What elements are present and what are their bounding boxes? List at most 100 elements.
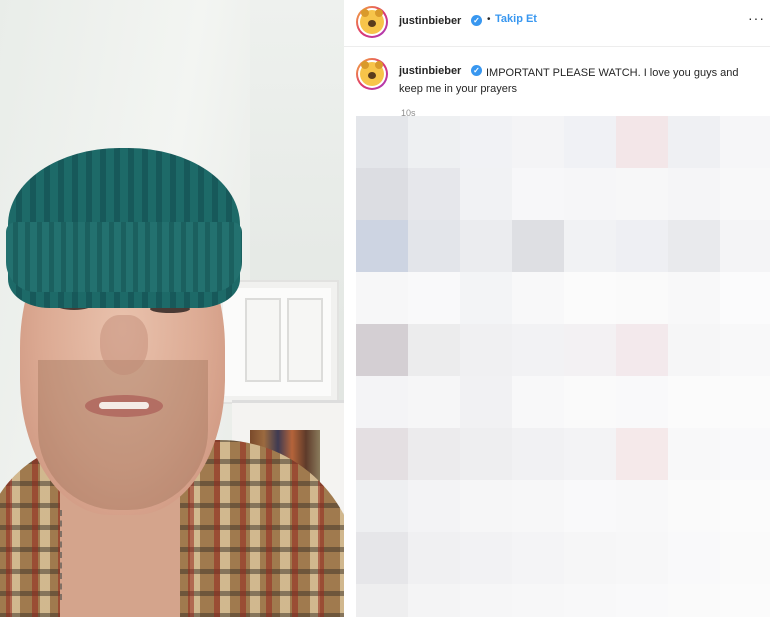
mosaic-tile bbox=[408, 272, 460, 324]
mosaic-tile bbox=[408, 428, 460, 480]
mosaic-tile bbox=[512, 272, 564, 324]
mosaic-tile bbox=[512, 168, 564, 220]
bear-logo-icon bbox=[360, 61, 384, 86]
mosaic-tile bbox=[460, 272, 512, 324]
header-username[interactable]: justinbieber bbox=[399, 15, 461, 27]
mosaic-tile bbox=[720, 532, 770, 584]
mosaic-tile bbox=[408, 376, 460, 428]
mosaic-tile bbox=[512, 376, 564, 428]
post-header: justinbieber ✓ • Takip Et ··· bbox=[344, 0, 770, 47]
mosaic-tile bbox=[356, 480, 408, 532]
mosaic-tile bbox=[460, 532, 512, 584]
follow-button[interactable]: Takip Et bbox=[495, 13, 537, 25]
mosaic-tile bbox=[616, 116, 668, 168]
mosaic-tile bbox=[408, 168, 460, 220]
caption-avatar[interactable] bbox=[356, 58, 388, 90]
mosaic-tile bbox=[512, 584, 564, 617]
mosaic-tile bbox=[512, 532, 564, 584]
mosaic-tile bbox=[616, 324, 668, 376]
censored-comments-mosaic bbox=[356, 116, 770, 617]
caption-text: IMPORTANT PLEASE WATCH. I love you guys … bbox=[399, 67, 739, 95]
mosaic-tile bbox=[720, 116, 770, 168]
mosaic-tile bbox=[616, 584, 668, 617]
mosaic-tile bbox=[460, 116, 512, 168]
bear-face bbox=[368, 20, 376, 27]
mosaic-tile bbox=[356, 376, 408, 428]
mosaic-tile bbox=[668, 428, 720, 480]
verified-badge-icon: ✓ bbox=[471, 15, 482, 26]
separator-dot: • bbox=[487, 14, 491, 25]
mosaic-tile bbox=[564, 480, 616, 532]
mosaic-tile bbox=[616, 428, 668, 480]
mosaic-tile bbox=[616, 272, 668, 324]
more-options-icon[interactable]: ··· bbox=[748, 10, 765, 26]
mosaic-tile bbox=[720, 220, 770, 272]
nose bbox=[100, 315, 148, 375]
mosaic-tile bbox=[564, 584, 616, 617]
mosaic-tile bbox=[668, 116, 720, 168]
avatar[interactable] bbox=[356, 6, 388, 38]
mosaic-tile bbox=[356, 324, 408, 376]
mosaic-tile bbox=[720, 168, 770, 220]
mosaic-tile bbox=[356, 584, 408, 617]
mosaic-tile bbox=[460, 220, 512, 272]
mosaic-tile bbox=[668, 324, 720, 376]
mosaic-tile bbox=[512, 480, 564, 532]
mosaic-tile bbox=[356, 532, 408, 584]
mosaic-tile bbox=[356, 168, 408, 220]
mosaic-tile bbox=[668, 532, 720, 584]
mosaic-tile bbox=[720, 376, 770, 428]
beard bbox=[38, 360, 208, 510]
neck-tattoo bbox=[60, 510, 102, 600]
mosaic-tile bbox=[616, 168, 668, 220]
mosaic-tile bbox=[408, 324, 460, 376]
mosaic-tile bbox=[356, 272, 408, 324]
mosaic-tile bbox=[408, 584, 460, 617]
mosaic-tile bbox=[668, 220, 720, 272]
mosaic-tile bbox=[408, 532, 460, 584]
bear-face bbox=[368, 72, 376, 79]
mosaic-tile bbox=[564, 376, 616, 428]
mosaic-tile bbox=[460, 168, 512, 220]
post-video[interactable] bbox=[0, 0, 344, 617]
mosaic-tile bbox=[408, 116, 460, 168]
mosaic-tile bbox=[720, 428, 770, 480]
mosaic-tile bbox=[564, 272, 616, 324]
beanie-cuff bbox=[6, 222, 242, 292]
mosaic-tile bbox=[564, 324, 616, 376]
mosaic-tile bbox=[356, 428, 408, 480]
mosaic-tile bbox=[616, 532, 668, 584]
mosaic-tile bbox=[564, 168, 616, 220]
bear-logo-icon bbox=[360, 9, 384, 34]
mosaic-tile bbox=[616, 220, 668, 272]
mosaic-tile bbox=[720, 272, 770, 324]
mosaic-tile bbox=[564, 116, 616, 168]
mosaic-tile bbox=[460, 584, 512, 617]
mosaic-tile bbox=[720, 324, 770, 376]
post-side-panel: justinbieber ✓ • Takip Et ··· justinbieb… bbox=[344, 0, 770, 617]
mosaic-tile bbox=[512, 324, 564, 376]
mosaic-tile bbox=[356, 220, 408, 272]
wall-cabinet bbox=[215, 280, 339, 404]
mosaic-tile bbox=[408, 220, 460, 272]
mosaic-tile bbox=[460, 376, 512, 428]
mouth bbox=[85, 395, 163, 417]
mosaic-tile bbox=[616, 376, 668, 428]
mosaic-tile bbox=[512, 428, 564, 480]
mosaic-tile bbox=[668, 376, 720, 428]
mosaic-tile bbox=[460, 480, 512, 532]
mosaic-tile bbox=[564, 532, 616, 584]
mosaic-tile bbox=[720, 584, 770, 617]
mosaic-tile bbox=[512, 220, 564, 272]
mosaic-tile bbox=[668, 480, 720, 532]
mosaic-tile bbox=[408, 480, 460, 532]
mosaic-tile bbox=[356, 116, 408, 168]
mosaic-tile bbox=[616, 480, 668, 532]
mosaic-tile bbox=[512, 116, 564, 168]
mosaic-tile bbox=[460, 324, 512, 376]
mosaic-tile bbox=[460, 428, 512, 480]
mosaic-tile bbox=[668, 168, 720, 220]
mosaic-tile bbox=[668, 584, 720, 617]
mosaic-tile bbox=[720, 480, 770, 532]
mosaic-tile bbox=[564, 220, 616, 272]
